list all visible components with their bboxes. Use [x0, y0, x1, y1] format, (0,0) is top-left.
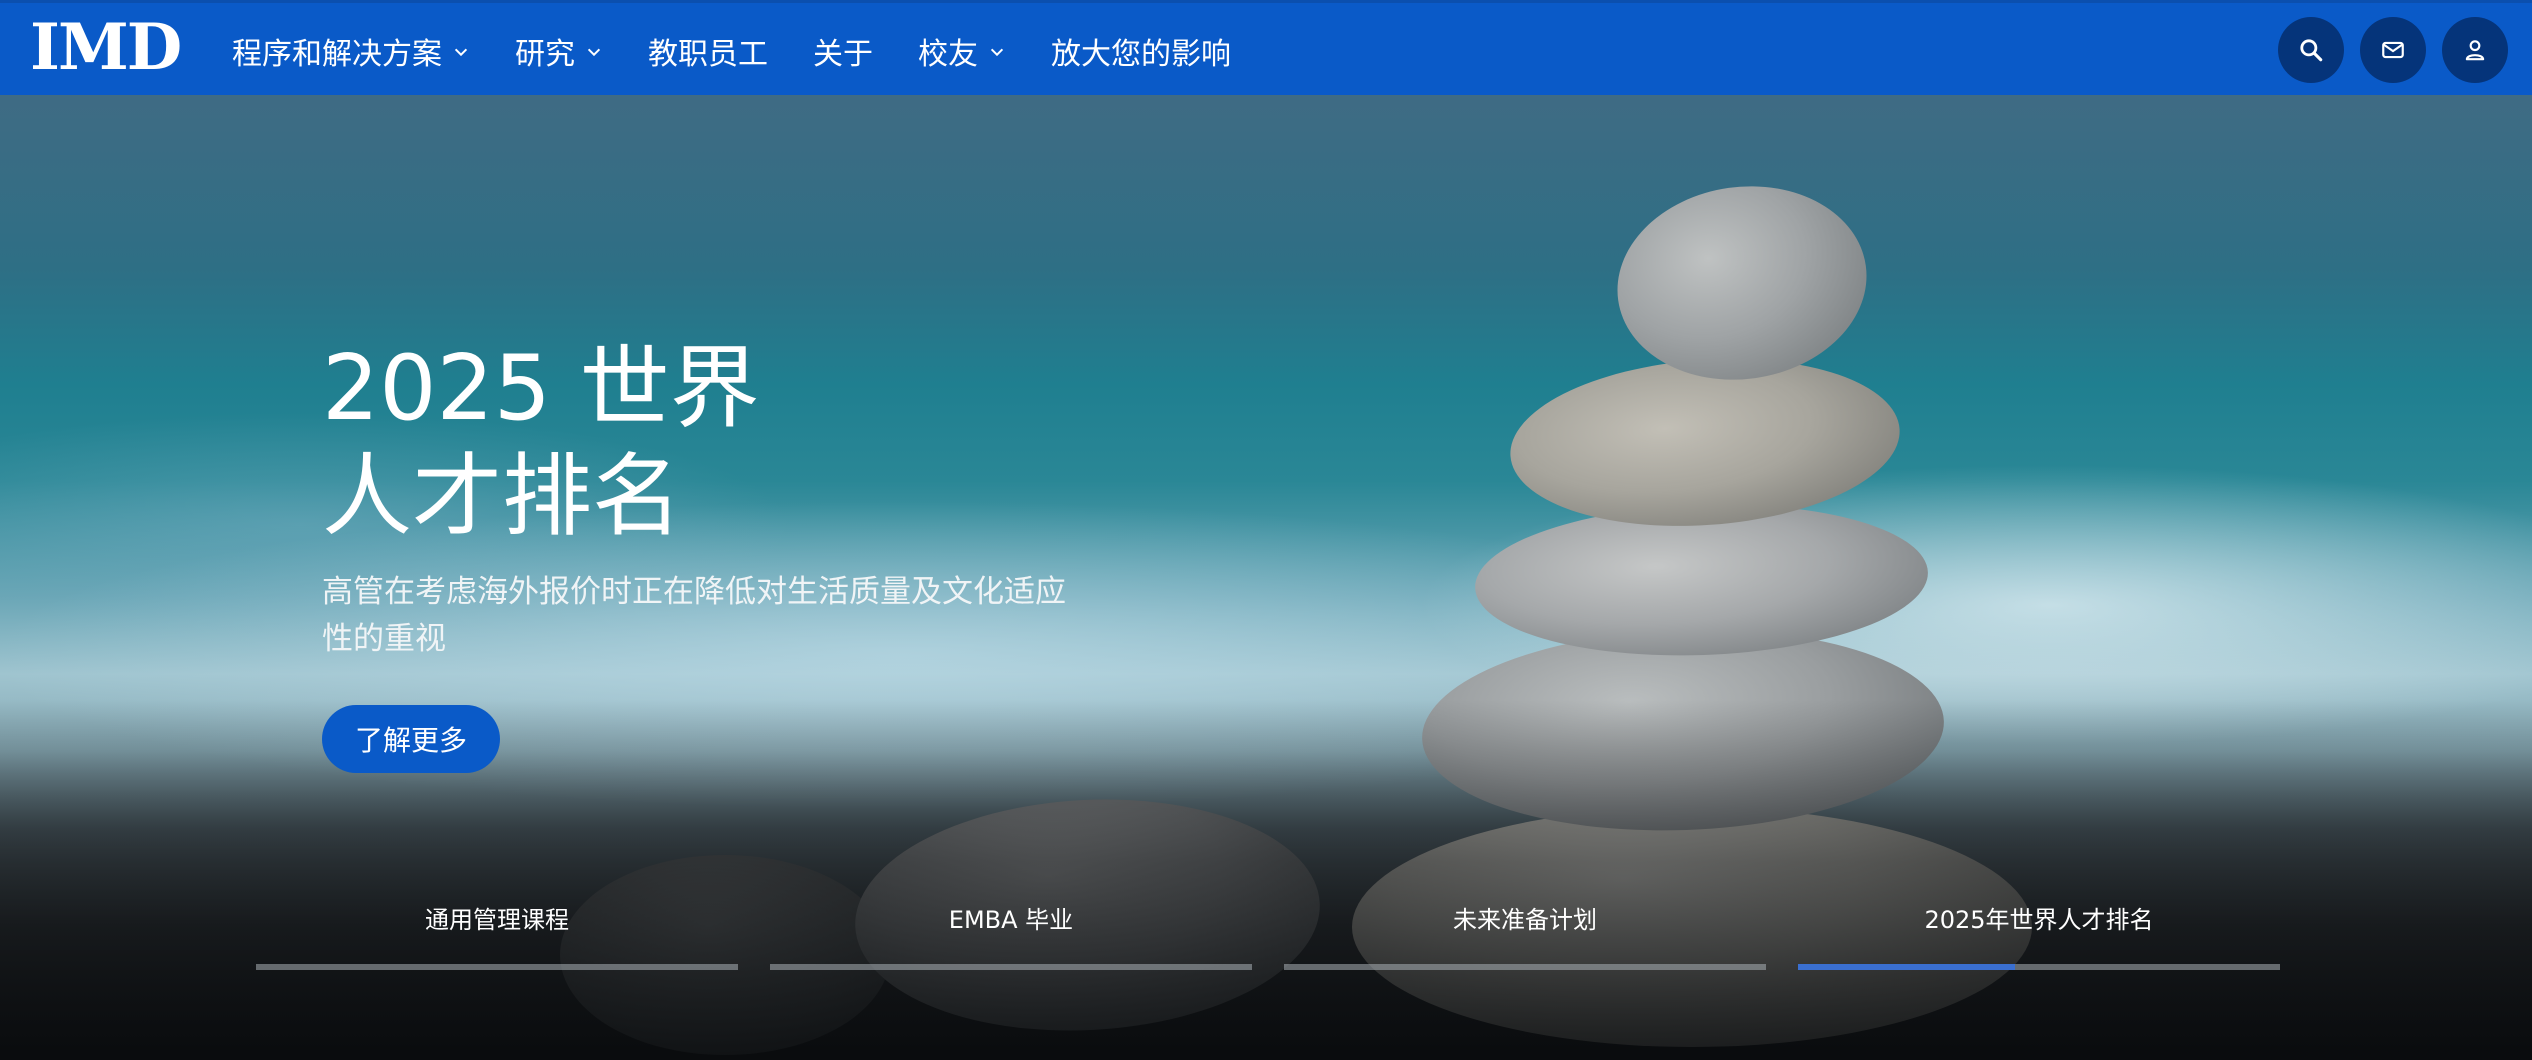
nav-item-research[interactable]: 研究: [515, 21, 603, 81]
hero-slide-tabs: 通用管理课程 EMBA 毕业 未来准备计划 2025年世界人才排名: [256, 900, 2280, 970]
slide-tab-progress-bar: [1798, 964, 2280, 970]
main-nav: 程序和解决方案 研究 教职员工 关于 校友 放大您的影响: [232, 3, 1276, 98]
slide-tab-future-ready[interactable]: 未来准备计划: [1284, 900, 1766, 970]
imd-logo[interactable]: IMD: [30, 10, 182, 85]
search-button[interactable]: [2278, 17, 2344, 83]
hero-banner: 2025 世界 人才排名 高管在考虑海外报价时正在降低对生活质量及文化适应性的重…: [0, 95, 2532, 1060]
slide-tab-label: 未来准备计划: [1453, 906, 1597, 934]
nav-item-label: 校友: [918, 36, 978, 72]
chevron-down-icon: [587, 48, 601, 56]
nav-item-label: 放大您的影响: [1051, 36, 1231, 72]
account-button[interactable]: [2442, 17, 2508, 83]
hero-headline-line-2: 人才排名: [322, 444, 682, 549]
nav-item-programs[interactable]: 程序和解决方案: [232, 21, 470, 81]
nav-item-label: 关于: [813, 36, 873, 72]
slide-tab-progress-bar: [1284, 964, 1766, 970]
learn-more-label: 了解更多: [354, 724, 467, 757]
slide-tab-general-management[interactable]: 通用管理课程: [256, 900, 738, 970]
nav-item-about[interactable]: 关于: [813, 21, 873, 81]
active-tab-progress-fill: [1798, 964, 2015, 970]
nav-item-amplify-impact[interactable]: 放大您的影响: [1051, 21, 1231, 81]
hero-headline: 2025 世界 人才排名: [322, 335, 1122, 551]
nav-item-label: 教职员工: [648, 36, 768, 72]
learn-more-button[interactable]: 了解更多: [322, 705, 500, 773]
nav-item-label: 研究: [515, 36, 575, 72]
nav-item-alumni[interactable]: 校友: [918, 21, 1006, 81]
mail-icon: [2382, 41, 2404, 59]
contact-button[interactable]: [2360, 17, 2426, 83]
slide-tab-label: 通用管理课程: [425, 906, 569, 934]
nav-item-faculty[interactable]: 教职员工: [648, 21, 768, 81]
slide-tab-emba-graduation[interactable]: EMBA 毕业: [770, 900, 1252, 970]
chevron-down-icon: [454, 48, 468, 56]
nav-icon-buttons: [2262, 17, 2508, 83]
search-icon: [2300, 39, 2323, 62]
logo-text: IMD: [30, 9, 182, 85]
nav-item-label: 程序和解决方案: [232, 36, 442, 72]
chevron-down-icon: [990, 48, 1004, 56]
slide-tab-label: 2025年世界人才排名: [1924, 906, 2154, 934]
slide-tab-progress-bar: [770, 964, 1252, 970]
hero-headline-line-1: 2025 世界: [322, 336, 760, 441]
hero-subtitle: 高管在考虑海外报价时正在降低对生活质量及文化适应性的重视: [322, 574, 1066, 657]
hero-content: 2025 世界 人才排名 高管在考虑海外报价时正在降低对生活质量及文化适应性的重…: [322, 335, 1122, 773]
slide-tab-label: EMBA 毕业: [948, 906, 1074, 934]
user-icon: [2465, 40, 2485, 61]
top-navigation-bar: IMD 程序和解决方案 研究 教职员工 关于 校友 放大您的影响: [0, 0, 2532, 95]
slide-tab-progress-bar: [256, 964, 738, 970]
slide-tab-talent-ranking[interactable]: 2025年世界人才排名: [1798, 900, 2280, 970]
